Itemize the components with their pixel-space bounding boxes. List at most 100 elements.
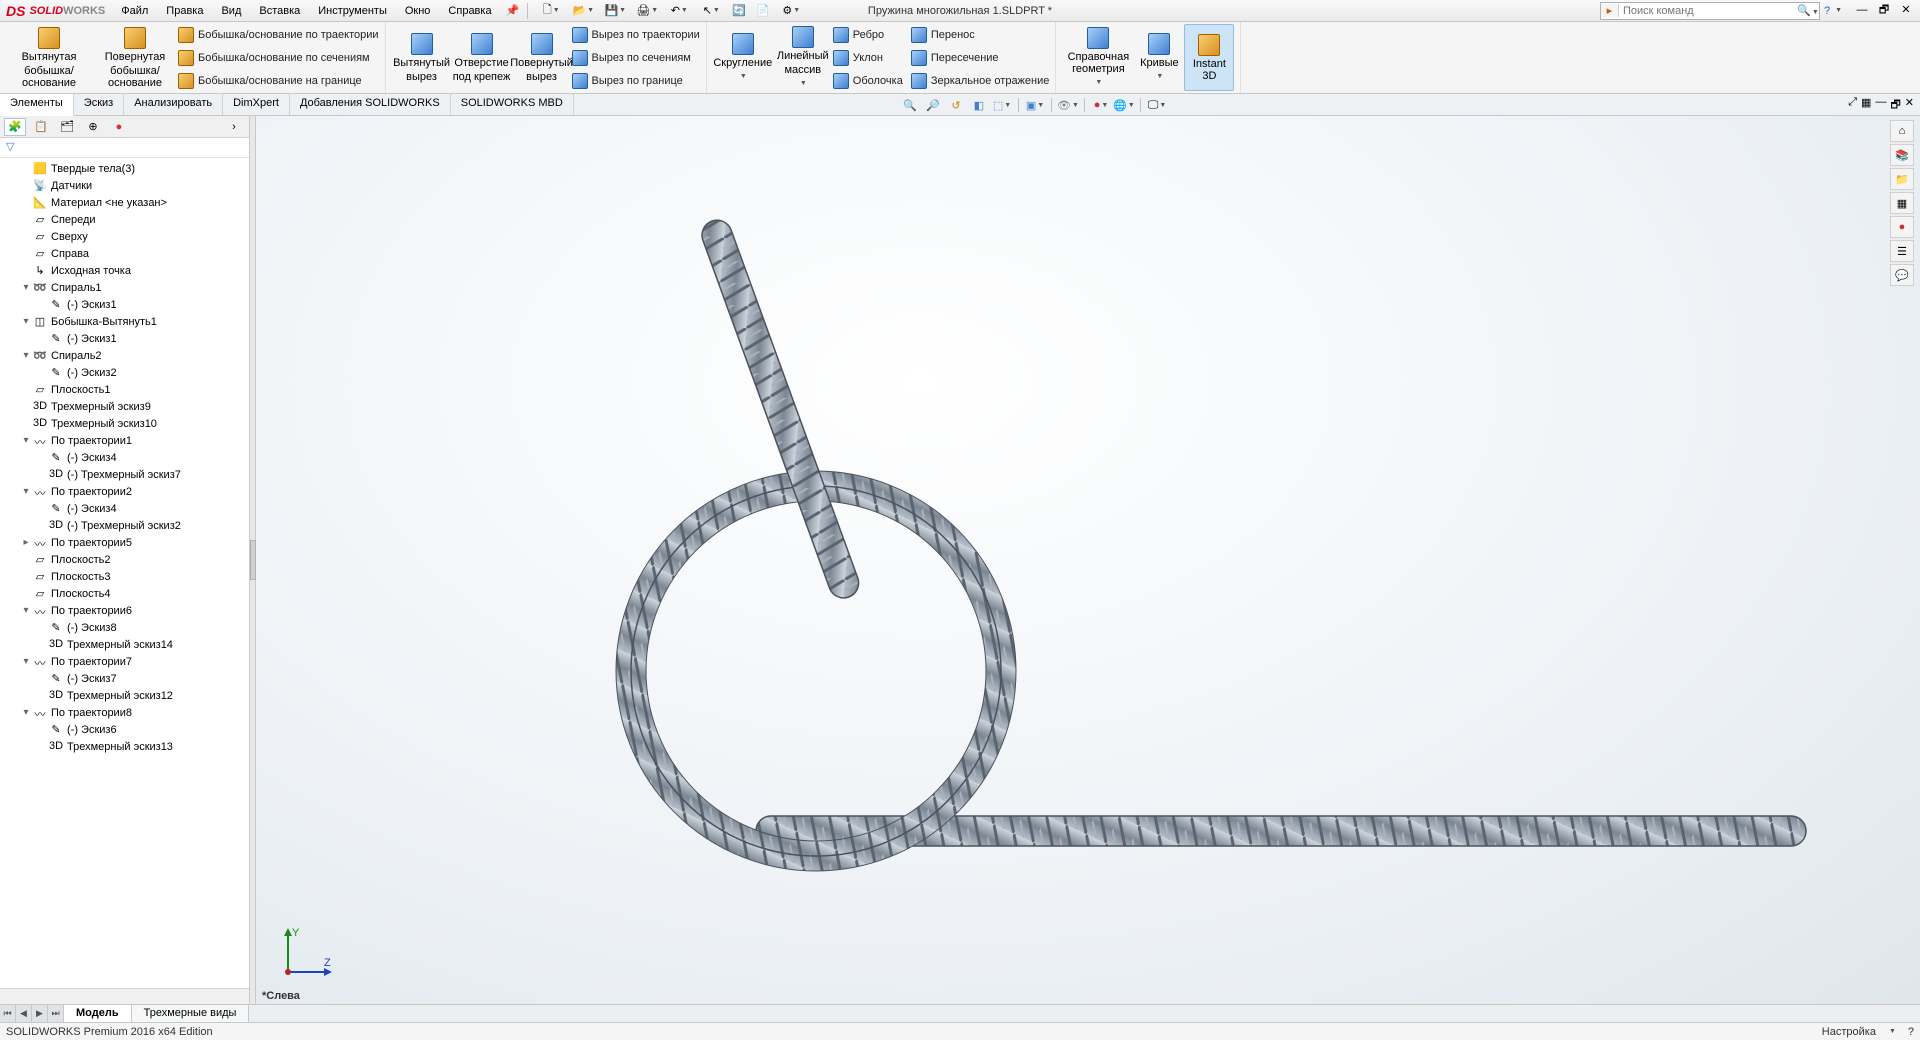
- tree-item[interactable]: ▾〰По траектории8: [0, 704, 249, 721]
- view-orientation-button[interactable]: ⬚▼: [992, 96, 1012, 114]
- view-settings-button[interactable]: 🖵▼: [1147, 96, 1167, 114]
- mdi-restore-button[interactable]: 🗗: [1890, 96, 1900, 115]
- tree-item[interactable]: ✎(-) Эскиз1: [0, 296, 249, 313]
- shell-button[interactable]: Оболочка: [833, 70, 903, 91]
- draft-button[interactable]: Уклон: [833, 47, 903, 68]
- linear-pattern-button[interactable]: Линейныймассив▼: [773, 24, 833, 91]
- close-button[interactable]: ✕: [1896, 3, 1916, 19]
- twisty-icon[interactable]: ▾: [20, 350, 32, 361]
- menu-file[interactable]: Файл: [113, 3, 156, 19]
- tree-item[interactable]: ✎(-) Эскиз2: [0, 364, 249, 381]
- tree-item[interactable]: 🟨Твердые тела(3): [0, 160, 249, 177]
- file-explorer-tab[interactable]: 📁: [1890, 168, 1914, 190]
- zoom-fit-button[interactable]: 🔍: [900, 96, 920, 114]
- view-palette-tab[interactable]: ▦: [1890, 192, 1914, 214]
- open-button[interactable]: 📂▼: [568, 2, 598, 20]
- section-view-button[interactable]: ◧: [969, 96, 989, 114]
- tree-item[interactable]: 3DТрехмерный эскиз9: [0, 398, 249, 415]
- menu-help[interactable]: Справка: [440, 3, 499, 19]
- tree-item[interactable]: 3DТрехмерный эскиз10: [0, 415, 249, 432]
- tree-item[interactable]: 3DТрехмерный эскиз14: [0, 636, 249, 653]
- tree-item[interactable]: ▾➿Спираль1: [0, 279, 249, 296]
- twisty-icon[interactable]: ▸: [20, 537, 32, 548]
- menu-window[interactable]: Окно: [397, 3, 439, 19]
- fillet-button[interactable]: Скругление▼: [713, 24, 773, 91]
- twisty-icon[interactable]: ▾: [20, 316, 32, 327]
- tree-item[interactable]: ▱Плоскость3: [0, 568, 249, 585]
- revolved-cut-button[interactable]: Повернутыйвырез: [512, 24, 572, 91]
- mdi-tile-icon[interactable]: ▦: [1861, 96, 1871, 115]
- tree-filter[interactable]: ▽: [0, 138, 249, 158]
- tree-item[interactable]: ▱Справа: [0, 245, 249, 262]
- tab-nav-next[interactable]: ▶: [32, 1005, 48, 1022]
- tab-sketch[interactable]: Эскиз: [74, 94, 124, 115]
- help-button[interactable]: ?: [1824, 5, 1830, 17]
- mdi-minimize-button[interactable]: —: [1875, 96, 1886, 115]
- twisty-icon[interactable]: ▾: [20, 435, 32, 446]
- restore-button[interactable]: 🗗: [1874, 3, 1894, 19]
- custom-props-tab[interactable]: ☰: [1890, 240, 1914, 262]
- tree-item[interactable]: ✎(-) Эскиз7: [0, 670, 249, 687]
- tree-item[interactable]: ▾➿Спираль2: [0, 347, 249, 364]
- save-button[interactable]: 💾▼: [600, 2, 630, 20]
- mdi-expand-icon[interactable]: ⤢: [1848, 96, 1857, 115]
- reference-geometry-button[interactable]: Справочная геометрия▼: [1062, 24, 1134, 91]
- undo-button[interactable]: ↶▼: [664, 2, 694, 20]
- tab-features[interactable]: Элементы: [0, 94, 74, 116]
- lofted-cut-button[interactable]: Вырез по сечениям: [572, 47, 700, 68]
- search-icon[interactable]: 🔍▼: [1797, 4, 1819, 17]
- boundary-cut-button[interactable]: Вырез по границе: [572, 70, 700, 91]
- twisty-icon[interactable]: ▾: [20, 486, 32, 497]
- tree-item[interactable]: 3DТрехмерный эскиз12: [0, 687, 249, 704]
- tree-item[interactable]: ▱Спереди: [0, 211, 249, 228]
- display-tab[interactable]: ●: [108, 118, 130, 136]
- tree-item[interactable]: ▱Сверху: [0, 228, 249, 245]
- mdi-close-button[interactable]: ✕: [1905, 96, 1914, 115]
- property-manager-tab[interactable]: 📋: [30, 118, 52, 136]
- orientation-triad[interactable]: Y Z: [278, 922, 338, 982]
- twisty-icon[interactable]: ▾: [20, 282, 32, 293]
- command-search[interactable]: ▸ 🔍▼: [1600, 2, 1820, 20]
- panel-hscroll[interactable]: [0, 988, 249, 1004]
- boundary-boss-button[interactable]: Бобышка/основание на границе: [178, 70, 379, 91]
- tree-item[interactable]: ▱Плоскость4: [0, 585, 249, 602]
- mirror-button[interactable]: Зеркальное отражение: [911, 70, 1050, 91]
- tree-item[interactable]: 3D(-) Трехмерный эскиз7: [0, 466, 249, 483]
- menu-insert[interactable]: Вставка: [251, 3, 308, 19]
- sw-resources-tab[interactable]: ⌂: [1890, 120, 1914, 142]
- swept-boss-button[interactable]: Бобышка/основание по траектории: [178, 24, 379, 45]
- revolved-boss-button[interactable]: Повернутаябобышка/основание: [92, 24, 178, 91]
- tree-item[interactable]: ↳Исходная точка: [0, 262, 249, 279]
- tab-mbd[interactable]: SOLIDWORKS MBD: [451, 94, 574, 115]
- hole-wizard-button[interactable]: Отверстиепод крепеж: [452, 24, 512, 91]
- configuration-tab[interactable]: 🗂: [56, 118, 78, 136]
- hide-show-button[interactable]: 👁▼: [1058, 96, 1078, 114]
- tree-item[interactable]: ▾〰По траектории2: [0, 483, 249, 500]
- edit-appearance-button[interactable]: ●▼: [1091, 96, 1111, 114]
- twisty-icon[interactable]: ▾: [20, 605, 32, 616]
- menu-view[interactable]: Вид: [213, 3, 249, 19]
- tree-item[interactable]: 3DТрехмерный эскиз13: [0, 738, 249, 755]
- tree-item[interactable]: ▱Плоскость1: [0, 381, 249, 398]
- appearances-tab[interactable]: ●: [1890, 216, 1914, 238]
- design-library-tab[interactable]: 📚: [1890, 144, 1914, 166]
- status-options[interactable]: Настройка: [1822, 1026, 1876, 1038]
- feature-tree[interactable]: 🟨Твердые тела(3)📡Датчики📐Материал <не ук…: [0, 158, 249, 988]
- twisty-icon[interactable]: ▾: [20, 707, 32, 718]
- tree-item[interactable]: ▾〰По траектории7: [0, 653, 249, 670]
- panel-expand-button[interactable]: ›: [223, 118, 245, 136]
- tab-model[interactable]: Модель: [64, 1005, 132, 1022]
- minimize-button[interactable]: —: [1852, 3, 1872, 19]
- status-help-icon[interactable]: ?: [1908, 1026, 1914, 1038]
- forum-tab[interactable]: 💬: [1890, 264, 1914, 286]
- tree-item[interactable]: ▾〰По траектории1: [0, 432, 249, 449]
- menu-tools[interactable]: Инструменты: [310, 3, 395, 19]
- instant-3d-button[interactable]: Instant 3D: [1184, 24, 1234, 91]
- new-button[interactable]: 🗋▼: [536, 2, 566, 20]
- tab-nav-first[interactable]: ⏮: [0, 1005, 16, 1022]
- twisty-icon[interactable]: ▾: [20, 656, 32, 667]
- tab-dimxpert[interactable]: DimXpert: [223, 94, 290, 115]
- tab-nav-prev[interactable]: ◀: [16, 1005, 32, 1022]
- tree-item[interactable]: ▾〰По траектории6: [0, 602, 249, 619]
- tree-item[interactable]: 3D(-) Трехмерный эскиз2: [0, 517, 249, 534]
